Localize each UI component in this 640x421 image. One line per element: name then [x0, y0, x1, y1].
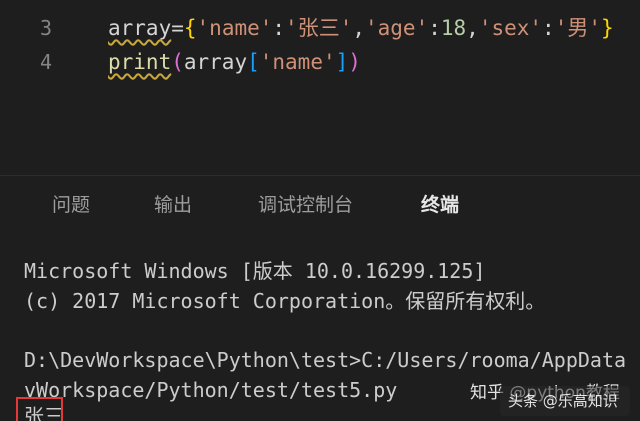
token-brace-open: {: [183, 16, 197, 40]
token-paren-close: ): [348, 50, 361, 74]
tab-problems[interactable]: 问题: [52, 190, 90, 220]
token-string: 'name': [196, 16, 273, 40]
token-bracket-close: ]: [335, 50, 349, 74]
code-editor[interactable]: 3 array={'name':'张三','age':18,'sex':'男'}…: [0, 0, 640, 175]
terminal-line: vWorkspace/Python/test/test5.py: [24, 378, 398, 402]
tab-output[interactable]: 输出: [154, 190, 192, 220]
token-colon: :: [542, 16, 555, 40]
code-line-4[interactable]: 4 print(array['name']): [0, 46, 640, 78]
token-function: print: [108, 50, 172, 74]
terminal-line: D:\DevWorkspace\Python\test>C:/Users/roo…: [24, 348, 627, 372]
line-number: 4: [39, 50, 53, 74]
code-text[interactable]: array={'name':'张三','age':18,'sex':'男'}: [108, 12, 614, 44]
token-string: '男': [554, 16, 601, 40]
token-string: 'name': [259, 50, 336, 74]
token-bracket-open: [: [247, 50, 260, 74]
tab-terminal[interactable]: 终端: [421, 190, 459, 220]
line-number: 3: [39, 16, 53, 40]
terminal-line: Microsoft Windows [版本 10.0.16299.125]: [24, 259, 486, 283]
token-variable: array: [108, 16, 172, 40]
token-paren-open: (: [171, 50, 184, 74]
toutiao-watermark: 头条 @乐高知识: [508, 392, 618, 410]
token-string: 'age': [365, 16, 429, 40]
code-text[interactable]: print(array['name']): [108, 46, 361, 78]
token-brace-close: }: [601, 16, 614, 40]
token-number: 18: [440, 16, 467, 40]
token-colon: :: [428, 16, 441, 40]
token-operator: =: [171, 16, 184, 40]
terminal-line: (c) 2017 Microsoft Corporation。保留所有权利。: [24, 289, 546, 313]
highlight-box: [16, 397, 63, 421]
token-colon: :: [272, 16, 286, 40]
panel-tabs: 问题 输出 调试控制台 终端: [0, 176, 640, 236]
token-comma: ,: [352, 16, 365, 40]
token-variable: array: [183, 50, 248, 74]
token-comma: ,: [466, 16, 479, 40]
token-string: '张三': [285, 16, 353, 40]
tab-debug-console[interactable]: 调试控制台: [258, 190, 353, 220]
code-line-3[interactable]: 3 array={'name':'张三','age':18,'sex':'男'}: [0, 12, 640, 44]
token-string: 'sex': [478, 16, 543, 40]
